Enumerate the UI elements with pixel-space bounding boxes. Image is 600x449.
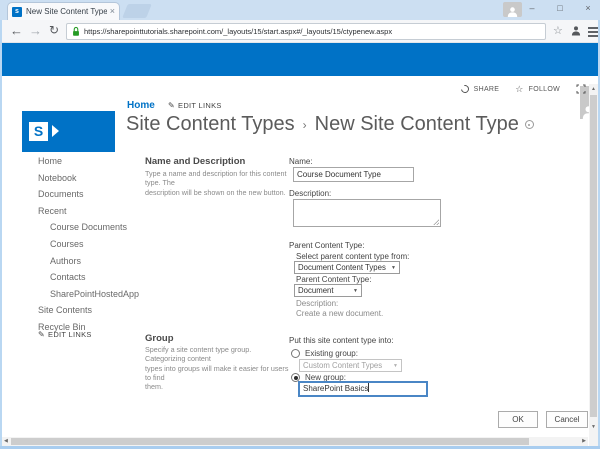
new-tab-button[interactable] — [122, 4, 152, 18]
parent-source-select[interactable]: Document Content Types ▼ — [294, 261, 400, 274]
app-launcher-icon[interactable] — [16, 95, 30, 109]
sharepoint-site-logo[interactable]: S — [22, 111, 115, 152]
minimize-button[interactable]: – — [526, 1, 538, 16]
parent-type-label: Parent Content Type: — [296, 275, 371, 284]
horizontal-scroll-thumb[interactable] — [11, 438, 529, 445]
sidebar-item-recent[interactable]: Recent — [38, 203, 138, 220]
browser-tab[interactable]: s New Site Content Type × — [7, 2, 120, 20]
window-controls: – □ × — [526, 1, 594, 16]
suite-bar: Office 365 Sites ⚙ ? — [2, 43, 598, 76]
cancel-button[interactable]: Cancel — [546, 411, 588, 428]
sharepoint-logo-arrow-icon — [52, 125, 59, 137]
horizontal-scrollbar[interactable]: ◀ ▶ — [2, 437, 588, 446]
maximize-button[interactable]: □ — [554, 1, 566, 16]
sidebar-item-authors[interactable]: Authors — [50, 253, 138, 270]
browser-profile-button[interactable] — [503, 2, 522, 17]
pencil-icon: ✎ — [38, 330, 45, 339]
scroll-up-icon[interactable]: ▲ — [589, 86, 598, 92]
tab-title: New Site Content Type — [26, 7, 107, 16]
sidebar-item-courses[interactable]: Courses — [50, 236, 138, 253]
browser-toolbar: ← → ↻ https://sharepointtutorials.sharep… — [2, 20, 598, 43]
vertical-scroll-thumb[interactable] — [590, 95, 597, 417]
tab-strip: s New Site Content Type × – □ × — [0, 0, 600, 20]
scrollbar-corner — [589, 437, 598, 446]
name-section-heading: Name and Description — [145, 156, 245, 167]
browser-window: s New Site Content Type × – □ × ← → ↻ ht… — [0, 0, 600, 449]
sidebar-item-documents[interactable]: Documents — [38, 186, 138, 203]
description-textarea[interactable] — [293, 199, 441, 227]
follow-star-icon: ☆ — [515, 85, 523, 93]
url-bar[interactable]: https://sharepointtutorials.sharepoint.c… — [66, 23, 546, 40]
focus-mode-icon[interactable] — [576, 84, 586, 94]
sidebar-item-notebook[interactable]: Notebook — [38, 170, 138, 187]
parent-content-type-heading: Parent Content Type: — [289, 241, 364, 250]
text-caret — [368, 383, 369, 392]
sharepoint-favicon-icon: s — [12, 7, 22, 17]
refresh-icon[interactable]: ↻ — [49, 23, 59, 37]
share-icon — [459, 83, 470, 94]
pencil-icon: ✎ — [168, 101, 175, 110]
title-parent[interactable]: Site Content Types — [126, 113, 295, 136]
existing-group-radio[interactable] — [291, 349, 300, 358]
window-frame-edge — [0, 20, 2, 449]
sidebar-nav: Home Notebook Documents Recent Course Do… — [38, 153, 138, 336]
resize-grip-icon[interactable] — [433, 219, 439, 225]
forward-icon[interactable]: → — [29, 23, 42, 38]
person-icon — [507, 6, 518, 17]
group-section-heading: Group — [145, 333, 174, 344]
chevron-down-icon: ▼ — [393, 363, 398, 369]
title-current: New Site Content Type — [315, 113, 519, 136]
follow-button[interactable]: FOLLOW — [529, 86, 560, 93]
put-into-label: Put this site content type into: — [289, 336, 394, 345]
existing-group-select: Custom Content Types ▼ — [299, 359, 402, 372]
url-text[interactable]: https://sharepointtutorials.sharepoint.c… — [84, 27, 392, 36]
sidebar-item-course-documents[interactable]: Course Documents — [50, 219, 138, 236]
window-close-button[interactable]: × — [582, 1, 594, 16]
parent-type-select[interactable]: Document ▼ — [294, 284, 362, 297]
page-actions: SHARE ☆ FOLLOW — [461, 84, 586, 94]
bookmark-star-icon[interactable]: ☆ — [553, 24, 563, 37]
sidebar-item-site-contents[interactable]: Site Contents — [38, 302, 138, 319]
name-input[interactable] — [293, 167, 414, 182]
name-label: Name: — [289, 157, 313, 166]
sidebar-item-sharepointhostedapp[interactable]: SharePointHostedApp — [50, 286, 138, 303]
sidebar-edit-links[interactable]: ✎ EDIT LINKS — [38, 330, 92, 339]
sharepoint-logo-letter: S — [29, 122, 48, 141]
vertical-scrollbar[interactable]: ▲ ▼ — [589, 84, 598, 437]
breadcrumb-home-link[interactable]: Home — [127, 100, 155, 111]
profile-icon[interactable] — [571, 25, 581, 36]
top-edit-links[interactable]: ✎ EDIT LINKS — [168, 101, 222, 110]
back-icon[interactable]: ← — [10, 23, 23, 38]
existing-group-label: Existing group: — [305, 349, 358, 358]
description-label: Description: — [289, 189, 331, 198]
parent-description-label: Description: — [296, 299, 338, 308]
page-title: Site Content Types › New Site Content Ty… — [126, 113, 534, 136]
tab-close-icon[interactable]: × — [110, 7, 115, 16]
chevron-down-icon: ▼ — [391, 265, 396, 271]
share-button[interactable]: SHARE — [474, 86, 500, 93]
menu-icon[interactable] — [588, 27, 598, 39]
group-section-hint: Specify a site content type group. Categ… — [145, 345, 290, 392]
parent-description-text: Create a new document. — [296, 309, 383, 318]
sidebar-item-contacts[interactable]: Contacts — [50, 269, 138, 286]
scroll-left-icon[interactable]: ◀ — [4, 438, 8, 444]
scroll-right-icon[interactable]: ▶ — [582, 438, 586, 444]
office-365-brand[interactable]: Office 365 — [56, 94, 120, 110]
new-group-input[interactable]: SharePoint Basics — [298, 381, 428, 397]
title-info-icon — [525, 120, 534, 129]
name-section-hint: Type a name and description for this con… — [145, 169, 290, 197]
scroll-down-icon[interactable]: ▼ — [589, 424, 598, 430]
select-parent-from-label: Select parent content type from: — [296, 252, 409, 261]
sidebar-item-home[interactable]: Home — [38, 153, 138, 170]
title-separator: › — [303, 118, 307, 132]
ok-button[interactable]: OK — [498, 411, 538, 428]
padlock-icon — [72, 26, 80, 37]
chevron-down-icon: ▼ — [353, 288, 358, 294]
